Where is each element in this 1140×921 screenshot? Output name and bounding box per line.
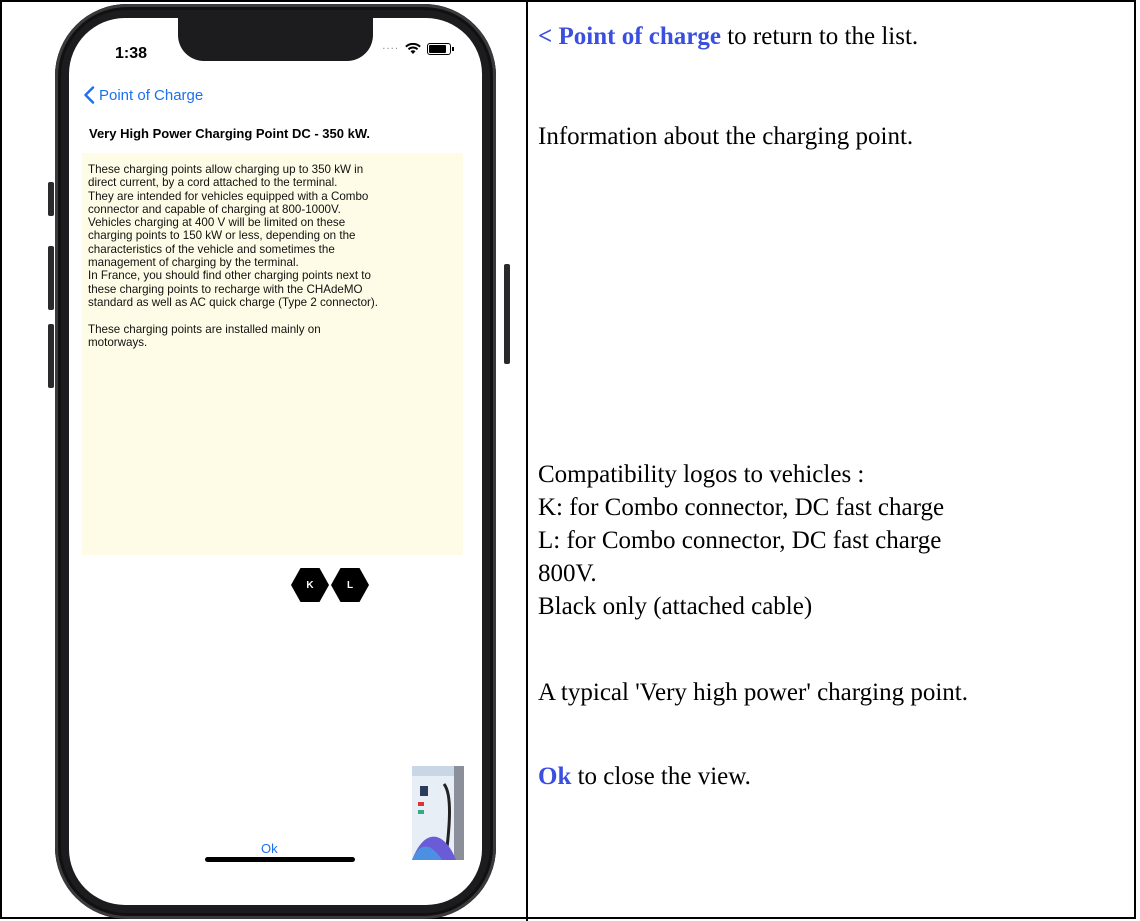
status-time: 1:38 bbox=[115, 45, 148, 62]
instruction-ok: Ok to close the view. bbox=[538, 760, 751, 793]
instruction-ok-text: to close the view. bbox=[571, 763, 751, 790]
compatibility-logos: K L bbox=[291, 568, 369, 602]
instruction-compat-k: K: for Combo connector, DC fast charge bbox=[538, 494, 945, 521]
back-button[interactable]: Point of Charge bbox=[83, 86, 203, 104]
instruction-typical: A typical 'Very high power' charging poi… bbox=[538, 679, 968, 706]
back-button-label: Point of Charge bbox=[99, 86, 204, 104]
instruction-back-text: to return to the list. bbox=[720, 23, 919, 50]
ok-button[interactable]: Ok bbox=[261, 841, 278, 856]
instruction-info: Information about the charging point. bbox=[538, 123, 914, 150]
home-indicator bbox=[205, 857, 355, 862]
chevron-left-icon bbox=[84, 86, 95, 104]
instruction-back: < Point of charge to return to the list. bbox=[538, 20, 918, 53]
charging-station-image bbox=[412, 766, 464, 860]
instruction-compat-l-line2: 800V. bbox=[538, 560, 597, 587]
description-text: These charging points allow charging up … bbox=[82, 153, 463, 555]
phone-notch bbox=[178, 18, 373, 61]
page-title: Very High Power Charging Point DC - 350 … bbox=[89, 126, 370, 141]
phone-volume-down-button bbox=[48, 324, 54, 388]
battery-icon bbox=[427, 43, 451, 55]
logo-k-icon: K bbox=[291, 568, 329, 602]
phone-volume-up-button bbox=[48, 246, 54, 310]
instruction-compat-note: Black only (attached cable) bbox=[538, 593, 813, 620]
battery-cap bbox=[452, 47, 454, 51]
status-icons: ···· bbox=[382, 43, 454, 55]
instruction-compat-l-line1: L: for Combo connector, DC fast charge bbox=[538, 527, 942, 554]
phone-screen: 1:38 ···· Point of Charge Very High Powe… bbox=[69, 18, 482, 905]
instruction-back-link: < Point of charge bbox=[538, 23, 721, 50]
wifi-icon bbox=[405, 43, 421, 54]
instruction-compat-title: Compatibility logos to vehicles : bbox=[538, 461, 865, 488]
column-divider bbox=[526, 0, 528, 921]
instruction-ok-link: Ok bbox=[538, 763, 572, 790]
logo-l-icon: L bbox=[331, 568, 369, 602]
phone-power-button bbox=[504, 264, 510, 364]
signal-icon: ···· bbox=[382, 43, 399, 55]
phone-side-button bbox=[48, 182, 54, 216]
